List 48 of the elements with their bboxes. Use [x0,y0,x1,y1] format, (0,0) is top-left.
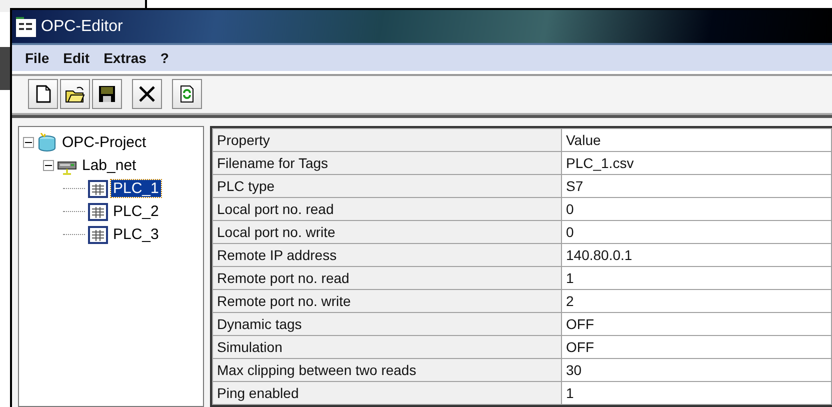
tree-item[interactable]: PLC_2 [111,203,161,220]
delete-icon [137,84,157,104]
app-icon [16,16,36,37]
menu-item[interactable]: Edit [56,48,97,68]
column-header[interactable]: Value [562,128,832,152]
table-icon [88,202,108,222]
property-value[interactable]: 0 [562,198,832,220]
property-value[interactable]: 140.80.0.1 [562,244,832,266]
open-folder-button[interactable] [60,79,90,110]
tree-item[interactable]: Lab_net [80,157,138,174]
open-folder-icon [65,84,85,104]
tree-item[interactable]: PLC_1 [111,180,161,197]
property-value[interactable]: 1 [562,266,832,290]
database-icon [37,132,57,152]
collapse-icon[interactable] [23,137,34,148]
property-name: Ping enabled [212,382,562,404]
property-value[interactable]: PLC_1.csv [562,152,832,174]
property-value[interactable]: OFF [562,312,832,336]
menu-item[interactable]: ? [153,48,176,68]
menu-item[interactable]: File [18,48,56,68]
property-name: Remote IP address [212,244,562,266]
tree-item[interactable]: PLC_3 [111,226,161,243]
property-name: Simulation [212,336,562,358]
property-name: Max clipping between two reads [212,358,562,382]
refresh-document-button[interactable] [172,79,202,110]
property-value[interactable]: OFF [562,336,832,358]
table-icon [88,178,108,198]
property-name: Remote port no. read [212,266,562,290]
property-value[interactable]: 30 [562,358,832,382]
window-title: OPC-Editor [41,18,123,36]
property-name: Filename for Tags [212,152,562,174]
new-file-button[interactable] [28,79,58,110]
property-value[interactable]: 0 [562,220,832,244]
property-value[interactable]: 2 [562,290,832,312]
property-name: Remote port no. write [212,290,562,312]
property-name: Local port no. write [212,220,562,244]
property-value[interactable]: S7 [562,174,832,198]
collapse-icon[interactable] [43,160,54,171]
property-value[interactable]: 1 [562,382,832,404]
column-header[interactable]: Property [212,128,562,152]
delete-button[interactable] [132,79,162,110]
property-name: Dynamic tags [212,312,562,336]
floppy-disk-button[interactable] [92,79,122,110]
table-icon [88,224,108,244]
property-name: Local port no. read [212,198,562,220]
property-name: PLC type [212,174,562,198]
tree-item[interactable]: OPC-Project [60,134,148,151]
menu-item[interactable]: Extras [96,48,154,68]
